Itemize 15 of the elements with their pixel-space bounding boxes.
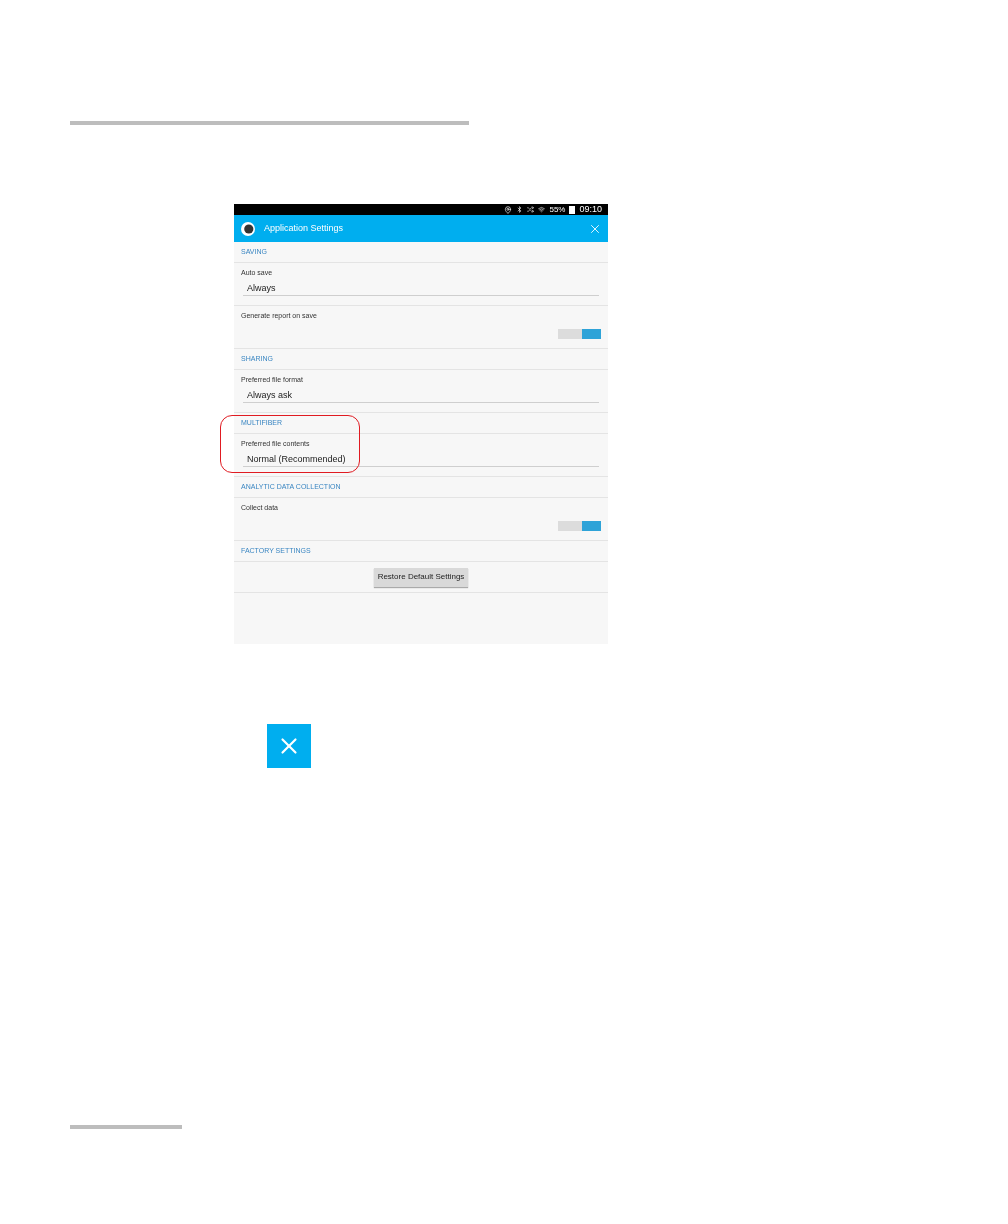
dropdown-field[interactable]: Always (243, 284, 599, 296)
battery-icon (569, 205, 576, 214)
dropdown-field[interactable]: Always ask (243, 391, 599, 403)
clock: 09:10 (579, 205, 602, 214)
restore-button[interactable]: Restore Default Settings (373, 567, 469, 587)
shuffle-icon (527, 206, 535, 213)
battery-percent: 55% (549, 205, 566, 214)
app-logo-icon (240, 220, 256, 237)
close-icon (267, 724, 311, 768)
dropdown-field[interactable]: Normal (Recommended) (243, 455, 599, 467)
bluetooth-icon (516, 206, 524, 213)
toggle-switch[interactable] (558, 329, 601, 339)
toggle-switch[interactable] (558, 521, 601, 531)
app-title: Application Settings (264, 221, 344, 235)
wifi-icon (538, 206, 546, 213)
